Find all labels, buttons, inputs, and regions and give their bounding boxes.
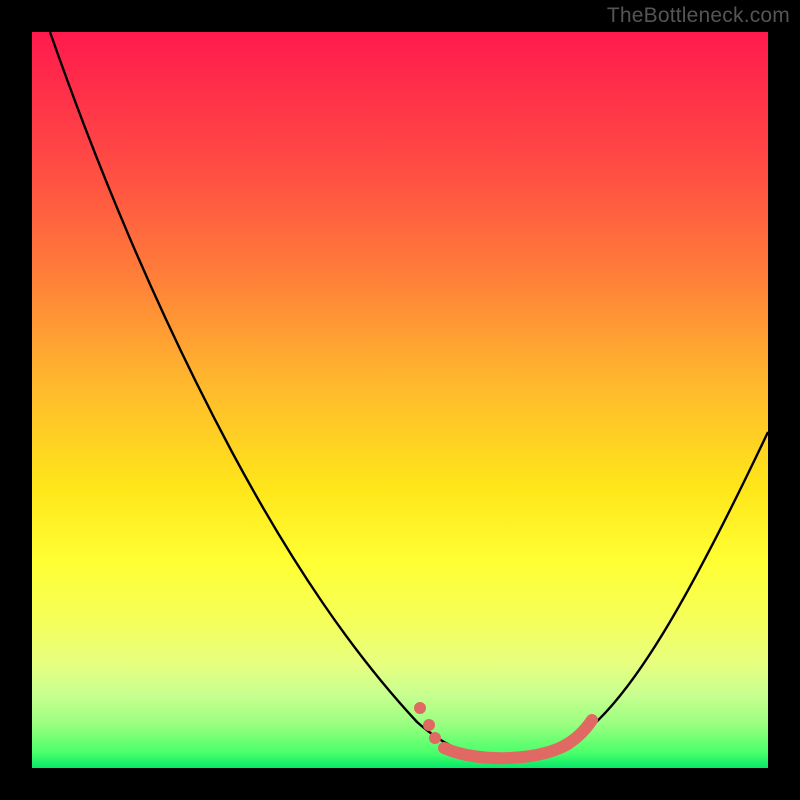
watermark-text: TheBottleneck.com [607,4,790,28]
curve-layer [32,32,768,768]
optimal-zone-marker-right [562,720,592,747]
bottleneck-curve [50,32,768,756]
marker-dot [414,702,426,714]
marker-dot [423,719,435,731]
optimal-zone-marker [444,744,568,758]
plot-area [32,32,768,768]
chart-frame: TheBottleneck.com [0,0,800,800]
marker-dot [429,732,441,744]
